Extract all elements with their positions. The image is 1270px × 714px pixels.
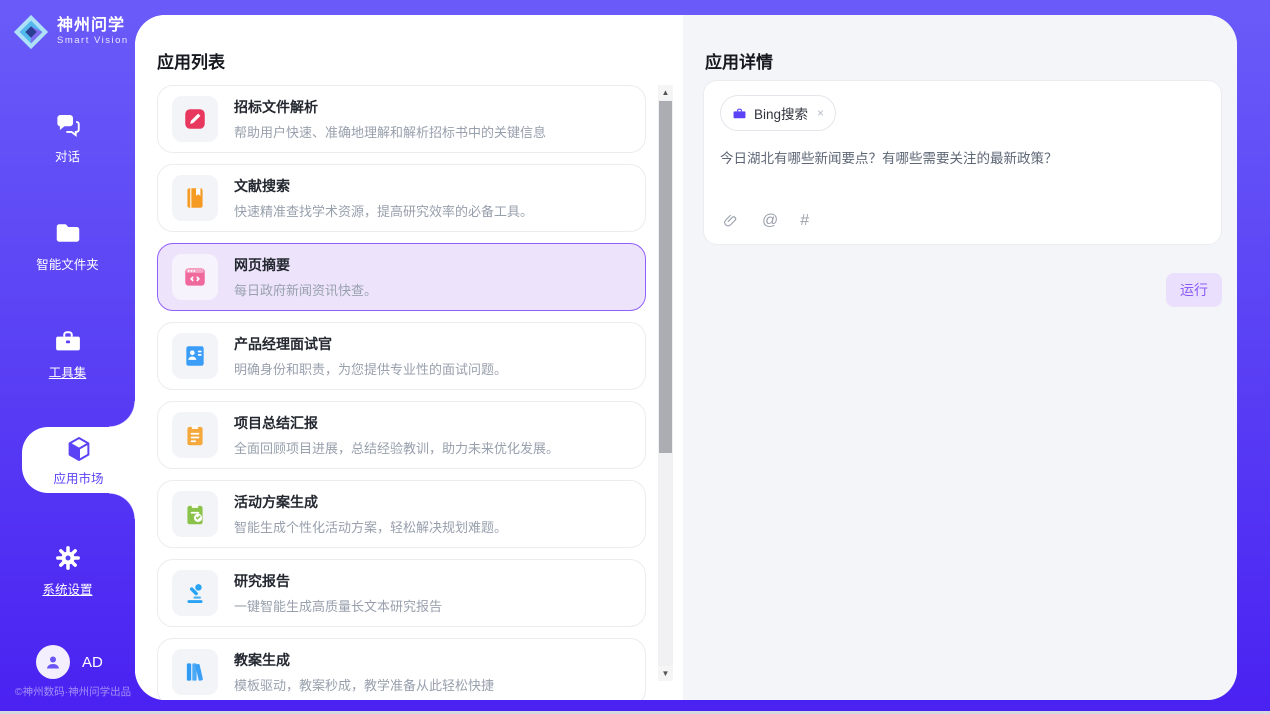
- sidebar-item-label: 工具集: [49, 362, 87, 381]
- app-card-literature-search[interactable]: 文献搜索 快速精准查找学术资源，提高研究效率的必备工具。: [157, 164, 646, 232]
- chip-label: Bing搜索: [754, 103, 808, 123]
- app-card-title: 产品经理面试官: [234, 334, 507, 354]
- mention-icon[interactable]: @: [762, 212, 778, 230]
- sidebar-item-smart-folder[interactable]: 智能文件夹: [0, 218, 135, 273]
- sidebar-item-toolset[interactable]: 工具集: [0, 326, 135, 381]
- paperclip-icon[interactable]: [722, 212, 740, 230]
- microscope-icon: [182, 580, 208, 606]
- interviewer-icon: [182, 343, 208, 369]
- sidebar-item-label: 对话: [55, 146, 80, 165]
- cube-icon: [64, 434, 94, 464]
- app-card-desc: 每日政府新闻资讯快查。: [234, 280, 377, 299]
- hashtag-icon[interactable]: #: [800, 212, 809, 230]
- app-card-event-plan[interactable]: 活动方案生成 智能生成个性化活动方案，轻松解决规划难题。: [157, 480, 646, 548]
- run-button[interactable]: 运行: [1166, 273, 1222, 307]
- app-card-web-summary[interactable]: 网页摘要 每日政府新闻资讯快查。: [157, 243, 646, 311]
- tool-chip-bing-search[interactable]: Bing搜索 ×: [720, 95, 836, 131]
- app-card-desc: 帮助用户快速、准确地理解和解析招标书中的关键信息: [234, 122, 546, 141]
- clipboard-icon: [182, 422, 208, 448]
- app-card-desc: 快速精准查找学术资源，提高研究效率的必备工具。: [234, 201, 533, 220]
- app-card-desc: 一键智能生成高质量长文本研究报告: [234, 596, 442, 615]
- webpage-icon: [182, 264, 208, 290]
- prompt-text[interactable]: 今日湖北有哪些新闻要点？有哪些需要关注的最新政策？: [720, 147, 1205, 167]
- sidebar-item-chat[interactable]: 对话: [0, 110, 135, 165]
- book-icon: [182, 185, 208, 211]
- main-content: 应用列表 招标文件解析 帮助用户快速、准确地理解和解析招标书中的关键信息: [135, 15, 1237, 700]
- app-card-title: 活动方案生成: [234, 492, 507, 512]
- app-root: 神州问学 Smart Vision 对话 智能文件夹 工具集: [0, 0, 1270, 714]
- app-card-desc: 智能生成个性化活动方案，轻松解决规划难题。: [234, 517, 507, 536]
- brand-logo: 神州问学 Smart Vision: [12, 13, 129, 51]
- brand-name: 神州问学: [57, 18, 129, 35]
- app-cards: 招标文件解析 帮助用户快速、准确地理解和解析招标书中的关键信息 文献搜索: [157, 85, 646, 700]
- sidebar-item-app-market[interactable]: 应用市场: [22, 427, 135, 493]
- app-card-desc: 全面回顾项目进展，总结经验教训，助力未来优化发展。: [234, 438, 559, 457]
- sidebar: 神州问学 Smart Vision 对话 智能文件夹 工具集: [0, 0, 135, 714]
- chat-icon: [53, 110, 83, 140]
- copyright-text: ©神州数码·神州问学出品: [8, 684, 138, 699]
- sidebar-item-label: 系统设置: [42, 579, 92, 598]
- scrollbar-down-button[interactable]: ▼: [658, 666, 673, 681]
- app-detail-panel: 应用详情 Bing搜索 × 今日湖北有哪些新闻要点？有哪些需要关注的最新政策？ …: [683, 15, 1237, 700]
- clipboard-check-icon: [182, 501, 208, 527]
- sidebar-item-label: 智能文件夹: [36, 254, 99, 273]
- scrollbar-up-button[interactable]: ▲: [658, 85, 673, 100]
- prompt-card: Bing搜索 × 今日湖北有哪些新闻要点？有哪些需要关注的最新政策？ @ #: [703, 80, 1222, 245]
- avatar: [36, 645, 70, 679]
- sidebar-item-label: 应用市场: [53, 468, 103, 487]
- app-card-title: 项目总结汇报: [234, 413, 559, 433]
- app-card-pm-interviewer[interactable]: 产品经理面试官 明确身份和职责，为您提供专业性的面试问题。: [157, 322, 646, 390]
- briefcase-icon: [732, 106, 747, 121]
- app-card-bid-parsing[interactable]: 招标文件解析 帮助用户快速、准确地理解和解析招标书中的关键信息: [157, 85, 646, 153]
- folder-icon: [53, 218, 83, 248]
- app-card-desc: 明确身份和职责，为您提供专业性的面试问题。: [234, 359, 507, 378]
- bid-document-icon: [182, 106, 208, 132]
- app-card-title: 教案生成: [234, 650, 494, 670]
- user-account[interactable]: AD: [36, 645, 103, 679]
- books-icon: [182, 659, 208, 685]
- toolbox-icon: [53, 326, 83, 356]
- app-card-research-report[interactable]: 研究报告 一键智能生成高质量长文本研究报告: [157, 559, 646, 627]
- app-card-desc: 模板驱动，教案秒成，教学准备从此轻松快捷: [234, 675, 494, 694]
- app-card-title: 招标文件解析: [234, 97, 546, 117]
- scrollbar-thumb[interactable]: [659, 101, 672, 453]
- gear-icon: [53, 543, 83, 573]
- chip-close-icon[interactable]: ×: [817, 106, 824, 120]
- app-card-title: 文献搜索: [234, 176, 533, 196]
- app-list-title: 应用列表: [157, 48, 225, 73]
- sidebar-item-settings[interactable]: 系统设置: [0, 543, 135, 598]
- app-card-lesson-plan[interactable]: 教案生成 模板驱动，教案秒成，教学准备从此轻松快捷: [157, 638, 646, 700]
- user-name: AD: [82, 654, 103, 671]
- person-icon: [43, 652, 63, 672]
- app-card-title: 研究报告: [234, 571, 442, 591]
- brand-tagline: Smart Vision: [57, 36, 129, 46]
- attachment-toolbar: @ #: [722, 212, 809, 230]
- app-card-project-summary[interactable]: 项目总结汇报 全面回顾项目进展，总结经验教训，助力未来优化发展。: [157, 401, 646, 469]
- diamond-logo-icon: [12, 13, 50, 51]
- app-card-title: 网页摘要: [234, 255, 377, 275]
- scrollbar: ▲ ▼: [658, 85, 673, 681]
- app-list-panel: 应用列表 招标文件解析 帮助用户快速、准确地理解和解析招标书中的关键信息: [135, 15, 683, 700]
- app-detail-title: 应用详情: [705, 48, 773, 73]
